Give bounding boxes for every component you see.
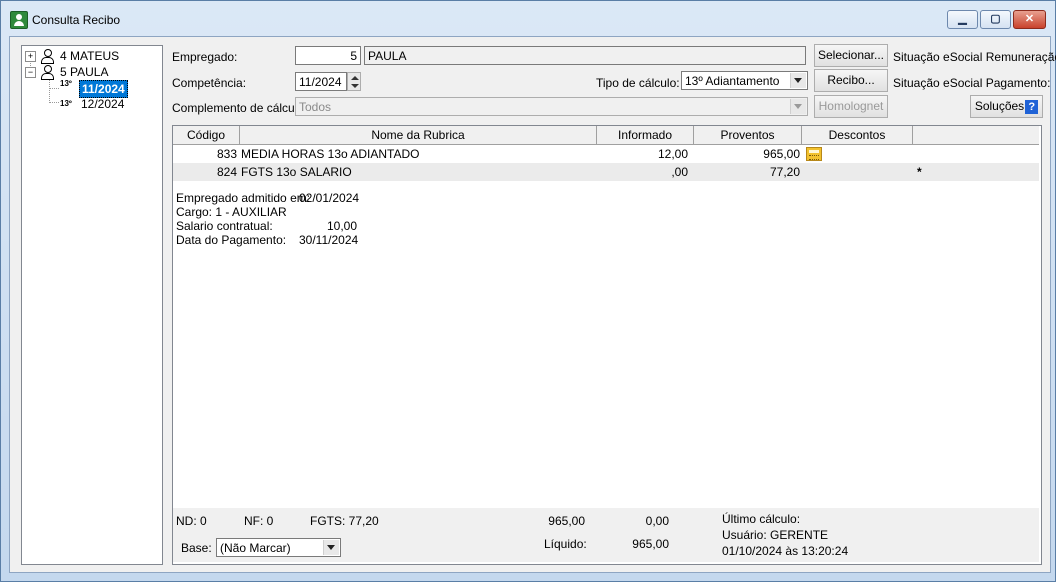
table-row[interactable]: 824 FGTS 13o SALARIO ,00 77,20 * bbox=[173, 163, 1039, 181]
minimize-button[interactable]: ▁ bbox=[947, 10, 978, 29]
grid-footer: ND: 0 NF: 0 FGTS: 77,20 965,00 0,00 Últi… bbox=[173, 508, 1039, 562]
maximize-button[interactable]: ▢ bbox=[980, 10, 1011, 29]
cell-codigo: 824 bbox=[216, 165, 237, 179]
liquido-value: 965,00 bbox=[632, 537, 669, 551]
admitido-label: Empregado admitido em: bbox=[176, 191, 311, 205]
cargo-text: Cargo: 1 - AUXILIAR bbox=[176, 205, 287, 219]
data-pagamento-value: 30/11/2024 bbox=[299, 233, 359, 247]
title-bar[interactable]: Consulta Recibo ▁ ▢ ✕ bbox=[1, 1, 1055, 35]
tree-item-label: 4 MATEUS bbox=[60, 49, 120, 63]
cell-informado: 12,00 bbox=[657, 147, 688, 161]
employee-tree[interactable]: + 4 MATEUS − 5 PAULA 13º 11/2024 13º 12/… bbox=[21, 45, 163, 565]
cell-descontos bbox=[823, 145, 911, 163]
ultimo-calculo-label: Último cálculo: bbox=[722, 512, 801, 526]
cell-nome: MEDIA HORAS 13o ADIANTADO bbox=[241, 147, 420, 161]
tipo-calculo-select[interactable]: 13º Adiantamento bbox=[681, 71, 808, 90]
collapse-icon[interactable]: − bbox=[25, 67, 36, 78]
cell-descontos bbox=[806, 163, 906, 181]
column-header-descontos[interactable]: Descontos bbox=[802, 126, 913, 144]
selecionar-button[interactable]: Selecionar... bbox=[814, 44, 888, 67]
base-value: (Não Marcar) bbox=[220, 541, 291, 555]
fgts-value: FGTS: 77,20 bbox=[310, 514, 379, 528]
empregado-name-field: PAULA bbox=[364, 46, 806, 65]
total-proventos: 965,00 bbox=[548, 514, 585, 528]
competencia-input[interactable]: 11/2024 bbox=[295, 72, 347, 91]
close-icon: ✕ bbox=[1024, 13, 1035, 25]
column-header-proventos[interactable]: Proventos bbox=[694, 126, 802, 144]
competencia-spinner[interactable] bbox=[347, 72, 361, 91]
solucoes-button[interactable]: Soluções? bbox=[970, 95, 1043, 118]
solucoes-label: Soluções bbox=[974, 99, 1025, 113]
person-icon bbox=[40, 49, 54, 64]
tipo-calculo-label: Tipo de cálculo: bbox=[596, 76, 680, 90]
cell-mark bbox=[916, 145, 936, 163]
data-hora-text: 01/10/2024 às 13:20:24 bbox=[722, 544, 849, 558]
tree-item-paula[interactable]: − 5 PAULA bbox=[22, 64, 160, 80]
chevron-down-icon[interactable] bbox=[790, 73, 806, 88]
expand-icon[interactable]: + bbox=[25, 51, 36, 62]
salario-label: Salario contratual: bbox=[176, 219, 273, 233]
client-area: + 4 MATEUS − 5 PAULA 13º 11/2024 13º 12/… bbox=[9, 36, 1056, 573]
empregado-code-input[interactable]: 5 bbox=[295, 46, 361, 65]
homolognet-button: Homolognet bbox=[814, 95, 888, 118]
total-descontos: 0,00 bbox=[645, 514, 669, 528]
table-row[interactable]: 833 MEDIA HORAS 13o ADIANTADO 12,00 965,… bbox=[173, 145, 1039, 163]
cell-mark: * bbox=[917, 165, 922, 179]
column-header-codigo[interactable]: Código bbox=[173, 126, 240, 144]
salario-value: 10,00 bbox=[326, 219, 357, 233]
window-title: Consulta Recibo bbox=[32, 13, 121, 27]
spin-down-icon[interactable] bbox=[351, 84, 359, 88]
app-icon bbox=[10, 11, 28, 29]
tree-item-mateus[interactable]: + 4 MATEUS bbox=[22, 48, 160, 64]
tree-item-competencia-1[interactable]: 13º 11/2024 bbox=[22, 79, 160, 98]
esocial-remuneracao-label: Situação eSocial Remuneração: bbox=[893, 50, 1056, 64]
usuario-text: Usuário: GERENTE bbox=[722, 528, 829, 542]
base-select[interactable]: (Não Marcar) bbox=[216, 538, 341, 557]
help-icon: ? bbox=[1025, 99, 1039, 114]
competencia-label: Competência: bbox=[172, 76, 247, 90]
consulta-recibo-window: Consulta Recibo ▁ ▢ ✕ + 4 MATEUS − 5 PAU… bbox=[0, 0, 1056, 582]
cell-informado: ,00 bbox=[671, 165, 688, 179]
chevron-down-icon[interactable] bbox=[323, 540, 339, 555]
close-button[interactable]: ✕ bbox=[1013, 10, 1046, 29]
base-label: Base: bbox=[181, 541, 212, 555]
column-header-informado[interactable]: Informado bbox=[597, 126, 694, 144]
person-icon bbox=[40, 65, 54, 80]
esocial-pagamento-label: Situação eSocial Pagamento: bbox=[893, 76, 1051, 90]
complemento-value: Todos bbox=[299, 100, 332, 114]
admitido-value: 02/01/2024 bbox=[299, 191, 360, 205]
empregado-label: Empregado: bbox=[172, 50, 238, 64]
tree-item-label: 12/2024 bbox=[81, 97, 125, 111]
cell-codigo: 833 bbox=[216, 147, 237, 161]
thirteenth-badge-icon: 13º bbox=[60, 79, 72, 88]
liquido-label: Líquido: bbox=[544, 537, 587, 551]
maximize-icon: ▢ bbox=[990, 13, 1001, 25]
cell-proventos: 965,00 bbox=[763, 147, 800, 161]
recibo-button[interactable]: Recibo... bbox=[814, 69, 888, 92]
grid-header: Código Nome da Rubrica Informado Provent… bbox=[173, 126, 1039, 145]
tipo-calculo-value: 13º Adiantamento bbox=[685, 74, 780, 88]
column-header-nome[interactable]: Nome da Rubrica bbox=[240, 126, 597, 144]
minimize-icon: ▁ bbox=[958, 13, 967, 25]
calculator-icon[interactable] bbox=[806, 147, 822, 161]
complemento-label: Complemento de cálculo: bbox=[172, 101, 308, 115]
nd-count: ND: 0 bbox=[176, 514, 207, 528]
chevron-down-icon bbox=[790, 99, 806, 114]
nf-count: NF: 0 bbox=[244, 514, 274, 528]
cell-proventos: 77,20 bbox=[769, 165, 800, 179]
data-pagamento-label: Data do Pagamento: bbox=[176, 233, 287, 247]
thirteenth-badge-icon: 13º bbox=[60, 99, 72, 108]
tree-item-competencia-2[interactable]: 13º 12/2024 bbox=[22, 96, 160, 112]
rubricas-grid[interactable]: Código Nome da Rubrica Informado Provent… bbox=[172, 125, 1042, 565]
spin-up-icon[interactable] bbox=[351, 76, 359, 80]
cell-nome: FGTS 13o SALARIO bbox=[241, 165, 352, 179]
complemento-select: Todos bbox=[295, 97, 808, 116]
